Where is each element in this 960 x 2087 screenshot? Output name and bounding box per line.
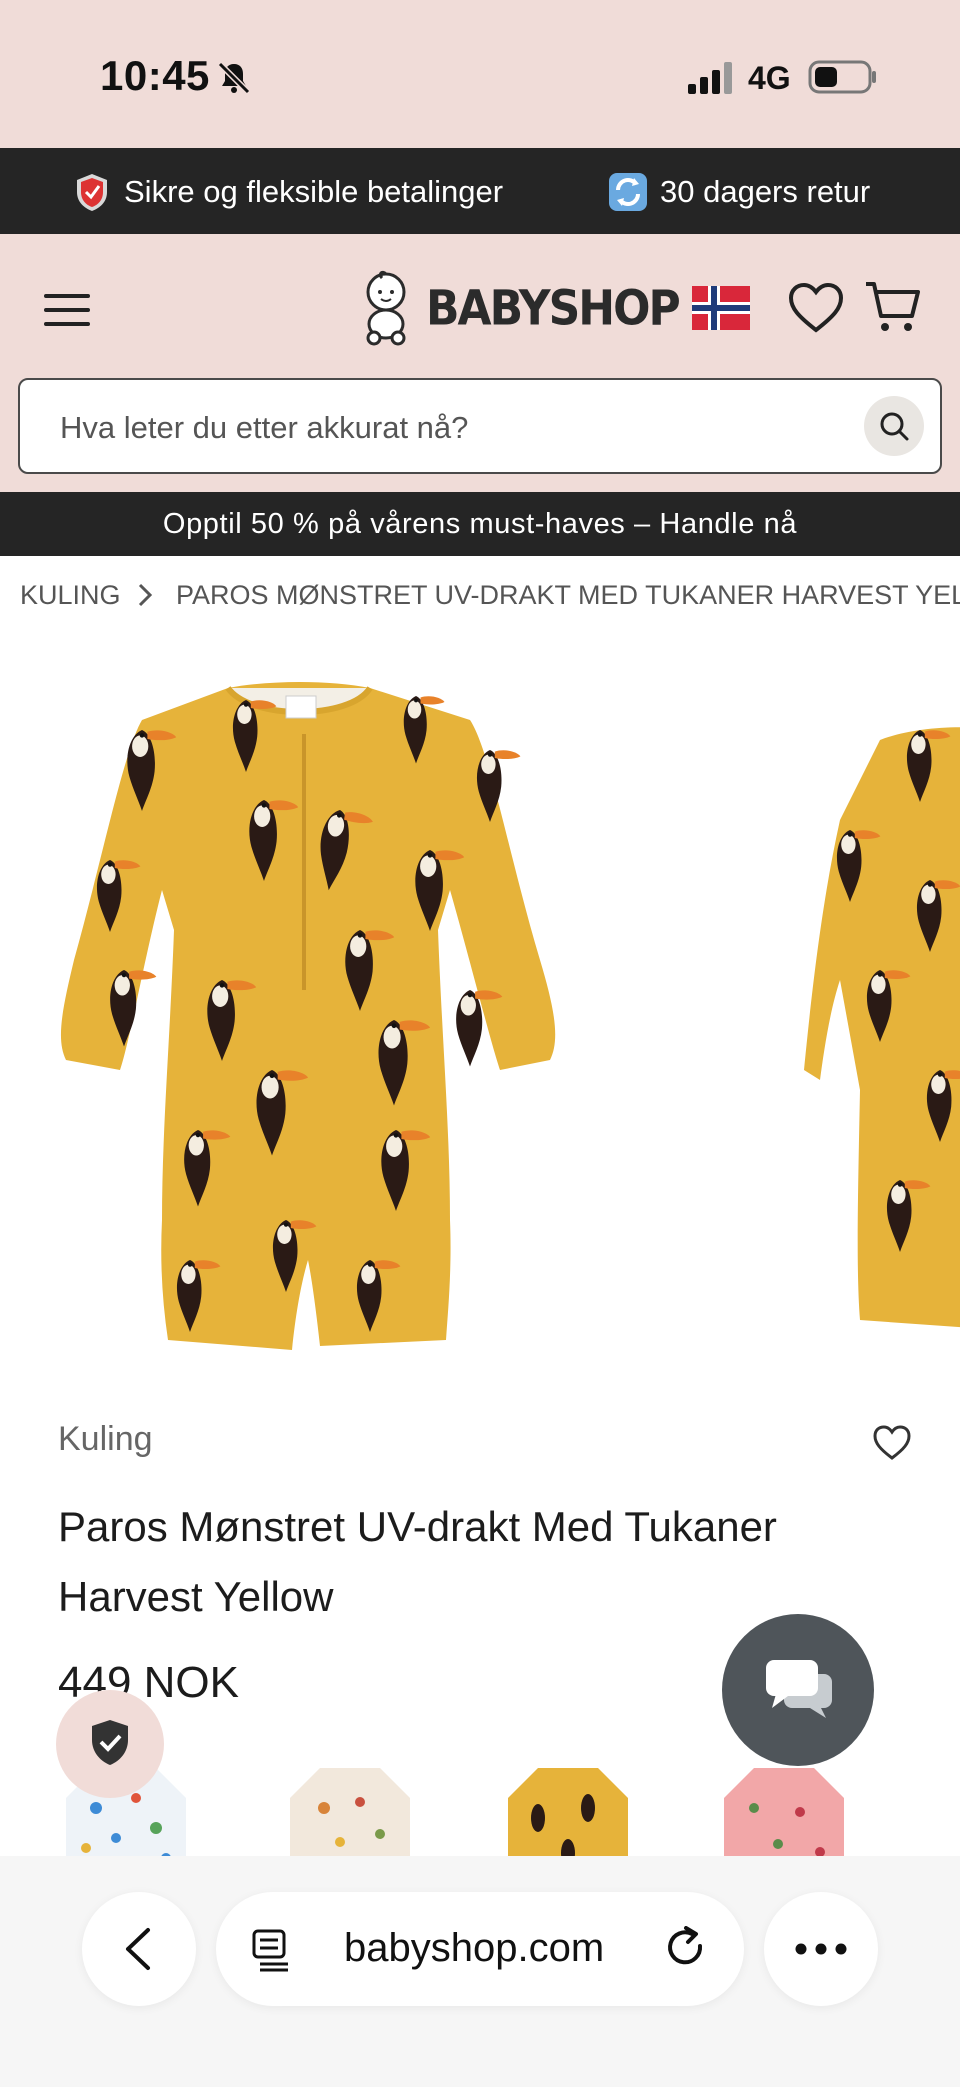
flag-norway-icon[interactable]: [692, 286, 750, 330]
promo-banner[interactable]: Opptil 50 % på vårens must-haves – Handl…: [0, 492, 960, 556]
product-image[interactable]: [50, 660, 670, 1380]
page-icon[interactable]: [250, 1928, 292, 1972]
trust-bar: Sikre og fleksible betalinger 30 dagers …: [0, 148, 960, 234]
variant-swatch-2[interactable]: [290, 1768, 410, 1856]
search-icon: [880, 412, 909, 441]
url-text: babyshop.com: [344, 1926, 605, 1970]
breadcrumb-item-product: PAROS MØNSTRET UV-DRAKT MED TUKANER HARV…: [176, 580, 960, 610]
trust-text-returns: 30 dagers retur: [660, 174, 871, 209]
reload-icon[interactable]: [664, 1926, 708, 1972]
status-time: 10:45: [100, 52, 210, 99]
site-logo[interactable]: BABYSHOP: [356, 270, 681, 346]
browser-toolbar: babyshop.com: [0, 1856, 960, 2087]
network-type: 4G: [748, 60, 791, 96]
more-button[interactable]: [764, 1892, 878, 2006]
variant-swatch-3[interactable]: [508, 1768, 628, 1856]
product-image-next[interactable]: [800, 710, 960, 1330]
back-button[interactable]: [82, 1892, 196, 2006]
menu-icon[interactable]: [44, 292, 90, 328]
chat-button[interactable]: [722, 1614, 874, 1766]
status-bar: 10:45 4G: [0, 0, 960, 148]
search-placeholder: Hva leter du etter akkurat nå?: [60, 410, 469, 445]
trust-item-returns: 30 dagers retur: [608, 172, 870, 212]
logo-text: BABYSHOP: [426, 279, 681, 337]
search-input[interactable]: Hva leter du etter akkurat nå?: [18, 378, 942, 474]
return-icon: [609, 173, 647, 211]
bell-slash-icon: [217, 61, 251, 95]
baby-logo-icon: [366, 270, 406, 346]
product-gallery[interactable]: [0, 650, 960, 1390]
chevron-right-icon: [138, 583, 153, 607]
product-title: Paros Mønstret UV-drakt Med Tukaner Harv…: [58, 1503, 777, 1620]
site-header: BABYSHOP Hva leter du etter akkurat nå?: [0, 234, 960, 492]
heart-icon[interactable]: [788, 282, 844, 334]
favorite-heart-icon[interactable]: [872, 1424, 912, 1462]
search-button[interactable]: [864, 396, 924, 456]
product-brand[interactable]: Kuling: [58, 1420, 153, 1459]
trust-text-payments: Sikre og fleksible betalinger: [124, 174, 504, 209]
address-bar[interactable]: babyshop.com: [216, 1892, 744, 2006]
chat-icon: [766, 1660, 832, 1718]
verified-shield-icon: [92, 1720, 128, 1765]
variant-swatch-4[interactable]: [724, 1768, 844, 1856]
trust-badge-button[interactable]: [56, 1690, 164, 1798]
trust-item-payments: Sikre og fleksible betalinger: [72, 172, 503, 212]
shield-icon: [77, 174, 107, 211]
more-icon: [795, 1943, 847, 1955]
breadcrumb-item-brand[interactable]: KULING: [20, 580, 121, 611]
cart-icon[interactable]: [864, 278, 922, 334]
battery-icon: [808, 60, 876, 94]
signal-icon: [688, 62, 732, 94]
breadcrumb: KULING PAROS MØNSTRET UV-DRAKT MED TUKAN…: [0, 556, 960, 636]
chevron-left-icon: [126, 1928, 150, 1970]
